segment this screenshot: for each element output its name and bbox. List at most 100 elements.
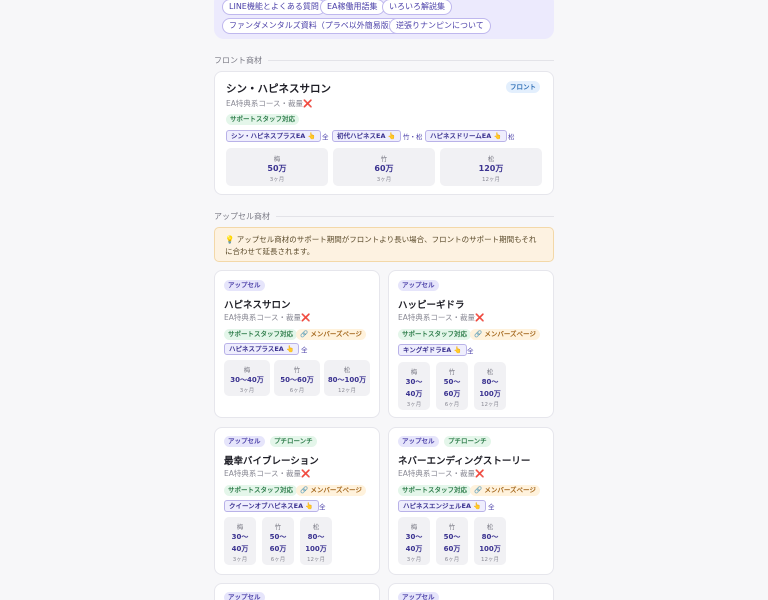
price-plan-take: 竹 50〜60万 6ヶ月 bbox=[436, 362, 468, 410]
price-plan-ume: 梅 30〜40万 3ヶ月 bbox=[224, 360, 270, 396]
plan-period: 3ヶ月 bbox=[239, 388, 255, 394]
front-title: シン・ハピネスサロン bbox=[226, 83, 331, 95]
chip-glossary[interactable]: EA稼働用語集 bbox=[320, 0, 385, 15]
chip-line-faq[interactable]: LINE機能とよくある質問 bbox=[222, 0, 326, 15]
section-front-text: フロント商材 bbox=[214, 56, 262, 65]
upsell-title: 最幸バイブレーション bbox=[224, 456, 319, 467]
support-badge: サポートスタッフ対応 bbox=[224, 485, 297, 496]
price-plan-take: 竹 50〜60万 6ヶ月 bbox=[274, 360, 320, 396]
price-plan-take: 竹 50〜60万 6ヶ月 bbox=[262, 517, 294, 565]
front-sub: EA特典系コース・裁量❌ bbox=[226, 98, 312, 109]
plan-period: 12ヶ月 bbox=[307, 557, 325, 563]
ea-tag-label: ハピネスプラスEA bbox=[229, 345, 284, 353]
ea-tag[interactable]: 初代ハピネスEA 👆 bbox=[332, 130, 401, 142]
plan-price: 80〜100万 bbox=[479, 378, 501, 398]
price-plan-matsu: 松 80〜100万 12ヶ月 bbox=[474, 517, 506, 565]
plan-name: 松 bbox=[487, 155, 495, 163]
upsell-badge: アップセル bbox=[224, 436, 265, 447]
plan-period: 3ヶ月 bbox=[406, 557, 422, 563]
upsell-notice: 💡 アップセル商材のサポート期間がフロントより長い場合、フロントのサポート期間も… bbox=[214, 227, 554, 262]
section-upsell-label: アップセル商材 bbox=[214, 211, 554, 222]
ea-note: 竹・松 bbox=[403, 133, 423, 141]
plan-period: 6ヶ月 bbox=[270, 557, 286, 563]
upsell-sub-text: EA特典系コース・裁量 bbox=[224, 313, 301, 322]
plan-price: 30〜40万 bbox=[230, 376, 264, 384]
plan-price: 30〜40万 bbox=[405, 378, 423, 398]
plan-price: 50万 bbox=[267, 164, 287, 173]
upsell-sub: EA特典系コース・裁量❌ bbox=[224, 312, 310, 323]
chip-fundamentals[interactable]: ファンダメンタルズ資料（プラベ以外簡易版） bbox=[222, 18, 404, 34]
cross-icon: ❌ bbox=[475, 469, 485, 478]
plan-name: 梅 bbox=[410, 368, 418, 376]
plan-period: 6ヶ月 bbox=[289, 388, 305, 394]
members-page-link[interactable]: 🔗 メンバーズページ bbox=[470, 485, 540, 496]
ea-tag[interactable]: クイーンオブハピネスEA 👆 bbox=[224, 500, 319, 512]
ea-note: 松 bbox=[508, 133, 515, 141]
chip-explanations[interactable]: いろいろ解説集 bbox=[382, 0, 452, 15]
plan-price: 50〜60万 bbox=[443, 533, 461, 553]
plan-price: 120万 bbox=[478, 164, 504, 173]
ea-tag-label: ハピネスドリームEA bbox=[430, 132, 492, 140]
plan-period: 3ヶ月 bbox=[406, 402, 422, 408]
ea-tag[interactable]: シン・ハピネスプラスEA 👆 bbox=[226, 130, 321, 142]
cross-icon: ❌ bbox=[301, 469, 311, 478]
plan-name: 梅 bbox=[243, 366, 251, 374]
ea-tag-label: キングギドラEA bbox=[403, 346, 452, 354]
ea-tag-label: ハピネスエンジェルEA bbox=[403, 502, 471, 510]
members-page-link[interactable]: 🔗 メンバーズページ bbox=[470, 329, 540, 340]
ea-note: 全 bbox=[322, 133, 329, 141]
upsell-title: ネバーエンディングストーリー bbox=[398, 456, 531, 467]
upsell-badge: アップセル bbox=[398, 280, 439, 291]
price-plan-matsu: 松 80〜100万 12ヶ月 bbox=[474, 362, 506, 410]
petit-launch-badge: プチローンチ bbox=[444, 436, 491, 447]
price-plan-ume: 梅 30〜40万 3ヶ月 bbox=[398, 362, 430, 410]
front-sub-text: EA特典系コース・裁量 bbox=[226, 99, 303, 108]
ea-tag[interactable]: キングギドラEA 👆 bbox=[398, 344, 467, 356]
chip-nanpin[interactable]: 逆張りナンピンについて bbox=[389, 18, 491, 34]
front-badge: フロント bbox=[506, 81, 540, 93]
plan-period: 12ヶ月 bbox=[481, 557, 499, 563]
upsell-badge: アップセル bbox=[398, 592, 439, 600]
cross-icon: ❌ bbox=[303, 99, 313, 108]
petit-launch-badge: プチローンチ bbox=[270, 436, 317, 447]
price-plan-matsu: 松 80〜100万 12ヶ月 bbox=[324, 360, 370, 396]
upsell-sub: EA特典系コース・裁量❌ bbox=[398, 312, 484, 323]
plan-price: 80〜100万 bbox=[305, 533, 327, 553]
upsell-badge: アップセル bbox=[398, 436, 439, 447]
cross-icon: ❌ bbox=[475, 313, 485, 322]
support-badge: サポートスタッフ対応 bbox=[224, 329, 297, 340]
upsell-badge: アップセル bbox=[224, 280, 265, 291]
ea-tag[interactable]: ハピネスエンジェルEA 👆 bbox=[398, 500, 487, 512]
price-plan-matsu: 松 120万 12ヶ月 bbox=[440, 148, 542, 186]
section-upsell-text: アップセル商材 bbox=[214, 212, 270, 221]
members-page-link[interactable]: 🔗 メンバーズページ bbox=[296, 485, 366, 496]
price-plan-matsu: 松 80〜100万 12ヶ月 bbox=[300, 517, 332, 565]
price-plan-ume: 梅 30〜40万 3ヶ月 bbox=[224, 517, 256, 565]
plan-price: 30〜40万 bbox=[231, 533, 249, 553]
plan-name: 松 bbox=[486, 368, 494, 376]
plan-period: 6ヶ月 bbox=[444, 557, 460, 563]
plan-name: 松 bbox=[312, 523, 320, 531]
ea-note: 全 bbox=[467, 347, 474, 355]
price-plan-take: 竹 50〜60万 6ヶ月 bbox=[436, 517, 468, 565]
upsell-badge: アップセル bbox=[224, 592, 265, 600]
plan-name: 竹 bbox=[448, 523, 456, 531]
members-page-link[interactable]: 🔗 メンバーズページ bbox=[296, 329, 366, 340]
ea-tag[interactable]: ハピネスドリームEA 👆 bbox=[425, 130, 507, 142]
plan-name: 竹 bbox=[274, 523, 282, 531]
plan-price: 60万 bbox=[374, 164, 394, 173]
plan-price: 50〜60万 bbox=[269, 533, 287, 553]
ea-tag-label: 初代ハピネスEA bbox=[337, 132, 386, 140]
plan-name: 松 bbox=[486, 523, 494, 531]
plan-period: 6ヶ月 bbox=[444, 402, 460, 408]
ea-tag[interactable]: ハピネスプラスEA 👆 bbox=[224, 343, 300, 355]
plan-price: 80〜100万 bbox=[479, 533, 501, 553]
upsell-title: ハピネスサロン bbox=[224, 300, 291, 311]
plan-name: 梅 bbox=[236, 523, 244, 531]
plan-period: 12ヶ月 bbox=[481, 402, 499, 408]
support-badge: サポートスタッフ対応 bbox=[226, 114, 299, 125]
upsell-title: ハッピーギドラ bbox=[398, 300, 465, 311]
support-badge: サポートスタッフ対応 bbox=[398, 485, 471, 496]
plan-name: 梅 bbox=[410, 523, 418, 531]
upsell-sub: EA特典系コース・裁量❌ bbox=[398, 468, 484, 479]
